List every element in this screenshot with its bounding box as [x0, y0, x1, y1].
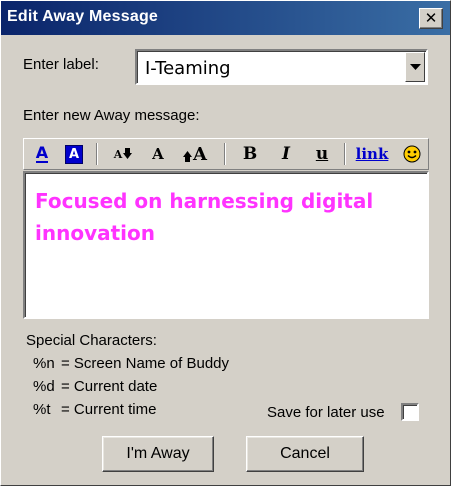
italic-icon: I: [282, 144, 290, 164]
dropdown-arrow-button[interactable]: [405, 52, 425, 82]
underline-button[interactable]: u: [310, 142, 334, 166]
special-description: = Screen Name of Buddy: [61, 355, 230, 372]
special-code: %d: [33, 378, 55, 395]
chevron-down-icon: [409, 63, 421, 70]
insert-smiley-button[interactable]: [400, 142, 424, 166]
special-description: = Current time: [61, 401, 157, 418]
title-bar[interactable]: Edit Away Message ✕: [1, 1, 450, 35]
away-message-text[interactable]: Focused on harnessing digital innovation: [35, 185, 395, 249]
normal-font-size-icon: A: [152, 145, 164, 163]
text-color-icon: A: [35, 143, 49, 163]
window-title: Edit Away Message: [7, 8, 159, 25]
save-for-later-label[interactable]: Save for later use: [267, 404, 385, 421]
cancel-button[interactable]: Cancel: [246, 436, 364, 472]
text-color-button[interactable]: A: [30, 142, 54, 166]
label-caption: Enter label:: [23, 56, 99, 73]
special-description: = Current date: [61, 378, 158, 395]
special-code: %t: [33, 401, 51, 418]
away-message-editor[interactable]: Focused on harnessing digital innovation: [23, 171, 429, 319]
background-color-icon: A: [64, 144, 84, 164]
special-code: %n: [33, 355, 55, 372]
toolbar-separator: [96, 143, 98, 165]
im-away-label: I'm Away: [126, 445, 190, 462]
label-dropdown[interactable]: I-Teaming: [135, 49, 428, 85]
message-caption: Enter new Away message:: [23, 107, 200, 124]
decrease-font-size-icon: A: [114, 147, 133, 161]
formatting-toolbar: A A A A A B I u link: [23, 138, 429, 170]
toolbar-separator: [224, 143, 226, 165]
increase-font-size-button[interactable]: A: [178, 142, 212, 166]
increase-font-size-icon: A: [183, 144, 207, 165]
toolbar-separator: [344, 143, 346, 165]
bold-icon: B: [242, 144, 258, 164]
italic-button[interactable]: I: [274, 142, 298, 166]
insert-link-button[interactable]: link: [355, 142, 389, 166]
close-button[interactable]: ✕: [419, 8, 443, 29]
normal-font-size-button[interactable]: A: [146, 142, 170, 166]
label-dropdown-value: I-Teaming: [145, 58, 231, 79]
background-color-button[interactable]: A: [62, 142, 86, 166]
link-icon: link: [355, 145, 389, 163]
edit-away-message-dialog: Edit Away Message ✕ Enter label: I-Teami…: [0, 0, 451, 486]
underline-icon: u: [315, 144, 329, 164]
cancel-label: Cancel: [280, 445, 330, 462]
bold-button[interactable]: B: [238, 142, 262, 166]
im-away-button[interactable]: I'm Away: [102, 436, 214, 472]
special-characters-heading: Special Characters:: [26, 332, 157, 349]
smiley-icon: [403, 145, 421, 163]
decrease-font-size-button[interactable]: A: [108, 142, 138, 166]
save-for-later-checkbox[interactable]: [401, 403, 419, 421]
close-icon: ✕: [424, 9, 438, 27]
